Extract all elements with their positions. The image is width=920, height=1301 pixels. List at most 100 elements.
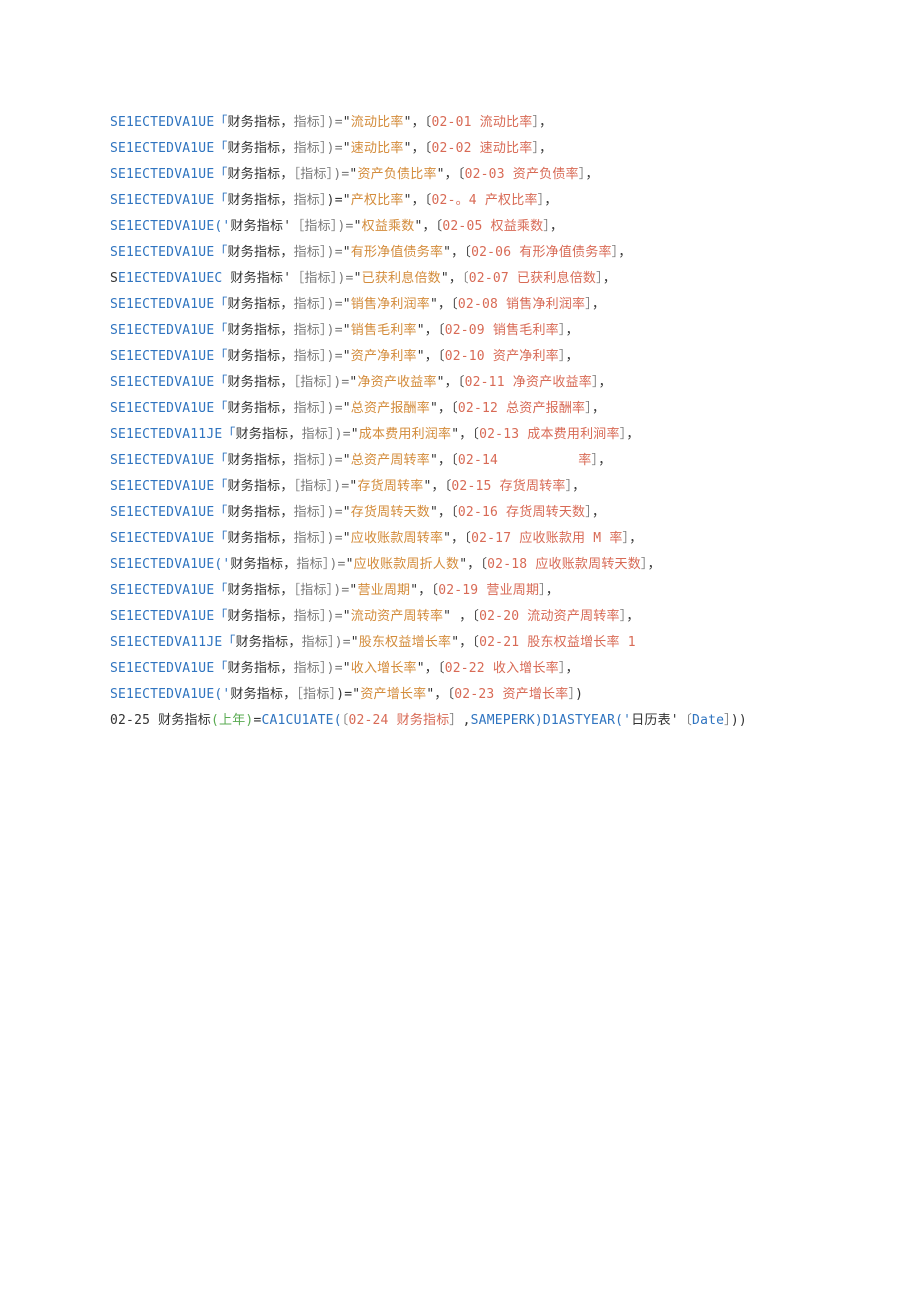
- code-token: ": [343, 141, 351, 156]
- code-token: 财务指标，: [230, 557, 296, 572]
- code-token: 指标］)=: [296, 557, 345, 572]
- code-token: 指标］)=: [294, 401, 343, 416]
- code-token: 权益乘数: [362, 219, 415, 234]
- code-token: ，: [592, 505, 605, 520]
- code-token: 已获利息倍数: [362, 271, 441, 286]
- code-token: 指标］)=: [302, 635, 351, 650]
- code-line: SE1ECTEDVA1UE「财务指标，指标］)="收入增长率"，〔02-22 收…: [110, 656, 810, 682]
- code-token: 股东权益增长率: [359, 635, 451, 650]
- code-token: ): [575, 687, 583, 702]
- code-token: 财务指标，: [228, 479, 294, 494]
- code-line: SE1ECTEDVA1UE「财务指标，指标］)="销售毛利率"，〔02-09 销…: [110, 318, 810, 344]
- code-token: ，: [539, 115, 552, 130]
- code-token: " ，〔: [443, 609, 479, 624]
- code-token: 02-25 财务指标: [110, 713, 211, 728]
- code-token: ［指标］)=: [294, 583, 350, 598]
- code-token: 财务指标，: [228, 375, 294, 390]
- code-token: ］: [559, 661, 566, 676]
- code-token: 02-19 营业周期: [438, 583, 539, 598]
- code-token: 应收账款周转率: [351, 531, 443, 546]
- code-token: "，〔: [430, 401, 458, 416]
- code-token: "，〔: [459, 557, 487, 572]
- code-token: 财务指标，: [228, 609, 294, 624]
- code-token: "，〔: [437, 167, 465, 182]
- code-token: ［指标］: [296, 687, 336, 702]
- code-token: )=": [336, 687, 360, 702]
- code-token: 应收账款周折人数: [354, 557, 460, 572]
- code-token: ，: [618, 245, 631, 260]
- code-token: 02-11 净资产收益率: [465, 375, 592, 390]
- code-token: SE1ECTEDVA1UE(': [110, 557, 230, 572]
- code-token: 收入增长率: [351, 661, 417, 676]
- code-line: SE1ECTEDVA1UE「财务指标，指标］)="资产净利率"，〔02-10 资…: [110, 344, 810, 370]
- code-token: ，: [585, 167, 598, 182]
- code-token: ，: [566, 349, 579, 364]
- code-token: 产权比率: [351, 193, 404, 208]
- code-token: 财务指标': [230, 271, 291, 286]
- code-token: 速动比率: [351, 141, 404, 156]
- code-token: 成本费用利润率: [359, 427, 451, 442]
- code-token: 财务指标，: [228, 583, 294, 598]
- document-page: SE1ECTEDVA1UE「财务指标，指标］)="流动比率"，〔02-01 流动…: [0, 0, 920, 1301]
- code-token: ，: [572, 479, 585, 494]
- dax-code-listing: SE1ECTEDVA1UE「财务指标，指标］)="流动比率"，〔02-01 流动…: [110, 110, 810, 734]
- code-token: 指标］)=: [294, 297, 343, 312]
- code-token: SE1ECTEDVA1UE「: [110, 193, 228, 208]
- code-line: SE1ECTEDVA1UE「财务指标，指标］)="存货周转天数"，〔02-16 …: [110, 500, 810, 526]
- code-token: 财务指标，: [228, 401, 294, 416]
- code-token: 02-07 已获利息倍数: [469, 271, 596, 286]
- code-line: SE1ECTEDVA1UE「财务指标，指标］)="流动资产周转率" ，〔02-2…: [110, 604, 810, 630]
- code-token: 02-05 权益乘数: [442, 219, 543, 234]
- code-token: 02-10 资产净利率: [445, 349, 559, 364]
- code-token: ］: [724, 713, 731, 728]
- code-token: 财务指标，: [228, 531, 294, 546]
- code-token: 02-20 流动资产周转率: [479, 609, 620, 624]
- code-token: 02-12 总资产报酬率: [458, 401, 585, 416]
- code-token: 指标］)=: [294, 115, 343, 130]
- code-token: 指标］)=: [294, 245, 343, 260]
- code-line: SE1ECTEDVA1UE「财务指标，指标］)="流动比率"，〔02-01 流动…: [110, 110, 810, 136]
- code-token: "，〔: [443, 531, 471, 546]
- code-token: ，: [592, 297, 605, 312]
- code-token: 销售毛利率: [351, 323, 417, 338]
- code-token: 财务指标，: [228, 453, 294, 468]
- code-token: "，〔: [430, 505, 458, 520]
- code-token: )): [731, 713, 747, 728]
- code-token: SE1ECTEDVA1UE「: [110, 245, 228, 260]
- code-token: ［指标］)=: [291, 271, 353, 286]
- code-token: 02-16 存货周转天数: [458, 505, 585, 520]
- code-token: 资产净利率: [351, 349, 417, 364]
- code-token: "，〔: [417, 349, 445, 364]
- code-token: 净资产收益率: [357, 375, 436, 390]
- code-token: "，〔: [451, 427, 479, 442]
- code-token: SE1ECTEDVA1UE「: [110, 583, 228, 598]
- code-token: 02-13 成本费用利涧率: [479, 427, 620, 442]
- code-token: SE1ECTEDVA1UE「: [110, 349, 228, 364]
- code-token: 财务指标，: [228, 661, 294, 676]
- code-line: SE1ECTEDVA1UE「财务指标，指标］)="有形净值债务率"，〔02-06…: [110, 240, 810, 266]
- code-token: ": [343, 661, 351, 676]
- code-token: 财务指标': [230, 219, 291, 234]
- code-token: ": [343, 297, 351, 312]
- code-token: 02-18 应收账款周转天数: [487, 557, 641, 572]
- code-token: 指标］)=: [294, 661, 343, 676]
- code-line: 02-25 财务指标(上年)=CA1CU1ATE(〔02-24 财务指标］,SA…: [110, 708, 810, 734]
- code-token: ］: [592, 375, 599, 390]
- code-line: SE1ECTEDVA1UE「财务指标，［指标］)="营业周期"，〔02-19 营…: [110, 578, 810, 604]
- code-token: ］: [641, 557, 648, 572]
- code-token: SE1ECTEDVA1UE「: [110, 375, 228, 390]
- code-token: "，〔: [430, 453, 458, 468]
- code-token: 〔: [462, 271, 469, 286]
- code-token: 财务指标，: [228, 115, 294, 130]
- code-line: SE1ECTEDVA1UE('财务指标，指标］)="应收账款周折人数"，〔02-…: [110, 552, 810, 578]
- code-token: 02-。4 产权比率: [432, 193, 538, 208]
- code-token: "，〔: [443, 245, 471, 260]
- code-token: )=": [327, 193, 351, 208]
- code-token: ": [351, 635, 359, 650]
- code-token: ": [354, 219, 362, 234]
- code-token: ］: [449, 713, 462, 728]
- code-token: ，: [599, 375, 612, 390]
- code-token: SE1ECTEDVA1UE「: [110, 453, 228, 468]
- code-token: ］: [559, 349, 566, 364]
- code-token: 销售净利润率: [351, 297, 430, 312]
